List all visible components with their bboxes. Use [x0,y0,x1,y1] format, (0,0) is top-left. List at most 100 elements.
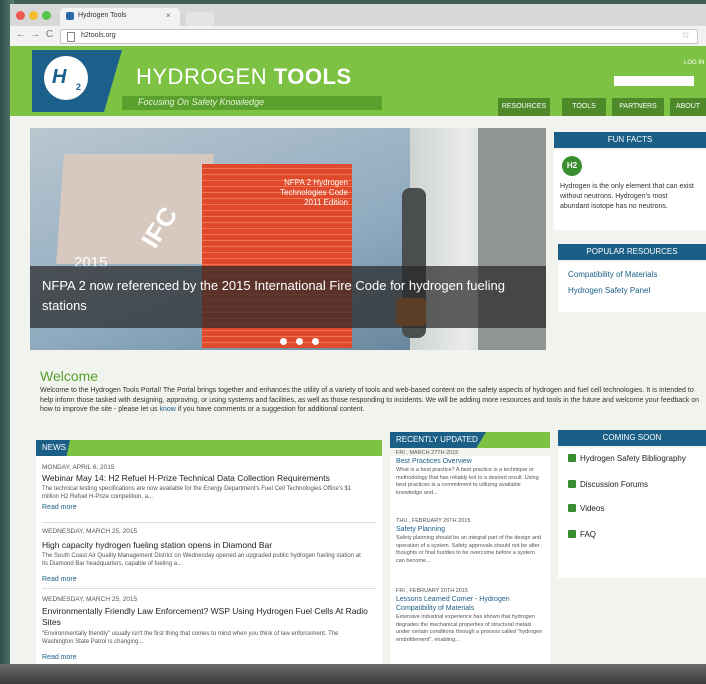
hero-caption[interactable]: NFPA 2 now referenced by the 2015 Intern… [42,276,512,316]
nav-about[interactable]: ABOUT [670,98,706,116]
recent-header: RECENTLY UPDATED [390,432,550,448]
maximize-window-button[interactable] [42,11,51,20]
browser-window: Hydrogen Tools × ← → C h2tools.org ☆ H 2… [10,4,706,666]
page-icon [67,32,75,42]
help-icon [568,530,576,538]
recent-date: THU , FEBRUARY 26TH 2015 [396,518,471,524]
site-header: H 2 HYDROGEN TOOLS Focusing On Safety Kn… [10,46,706,116]
recent-heading: RECENTLY UPDATED [390,432,486,448]
news-date: WEDNESDAY, MARCH 25, 2015 [42,596,138,603]
logo-subscript: 2 [76,82,82,92]
video-icon [568,504,576,512]
coming-soon-heading: COMING SOON [558,430,706,446]
people-icon [568,480,576,488]
recent-item: FRI , FEBRUARY 20TH 2015 Lessons Learned… [396,588,544,644]
news-heading: NEWS [36,440,70,456]
search-input[interactable] [614,76,694,86]
slide-dot-2[interactable] [296,338,303,345]
minimize-window-button[interactable] [29,11,38,20]
site-title: HYDROGEN TOOLS [136,64,352,90]
hero-caption-band: NFPA 2 now referenced by the 2015 Intern… [30,266,546,328]
recent-title[interactable]: Safety Planning [396,525,544,534]
back-icon[interactable]: ← [16,29,26,40]
news-description: "Environmentally friendly" usually isn't… [42,631,339,645]
link-compatibility-of-materials[interactable]: Compatibility of Materials [568,270,657,279]
read-more-link[interactable]: Read more [42,504,77,511]
slide-dot-1[interactable] [280,338,287,345]
title-light: HYDROGEN [136,64,274,89]
recent-title[interactable]: Lessons Learned Corner - Hydrogen Compat… [396,595,544,613]
coming-item-forums[interactable]: Discussion Forums [568,480,648,489]
welcome-text: Welcome to the Hydrogen Tools Portal! Th… [40,386,706,415]
favicon-icon [66,12,74,20]
tab-title: Hydrogen Tools [78,12,127,19]
h2-logo[interactable]: H 2 [32,50,122,112]
coming-item-videos[interactable]: Videos [568,504,604,513]
news-description: The technical testing specifications are… [42,486,352,500]
news-date: MONDAY, APRIL 6, 2015 [42,464,115,471]
close-tab-icon[interactable]: × [166,11,171,20]
welcome-text-body: Welcome to the Hydrogen Tools Portal! Th… [40,387,700,413]
welcome-text-end: if you have comments or a suggestion for… [175,406,365,413]
h2-badge-icon: H2 [562,156,582,176]
popular-resources-heading: POPULAR RESOURCES [558,244,706,260]
news-title[interactable]: High capacity hydrogen fueling station o… [42,540,376,551]
news-title[interactable]: Environmentally Friendly Law Enforcement… [42,606,376,628]
close-window-button[interactable] [16,11,25,20]
slide-dot-3[interactable] [312,338,319,345]
news-date: WEDNESDAY, MARCH 25, 2015 [42,528,138,535]
recent-title[interactable]: Best Practices Overview [396,457,544,466]
url-input[interactable]: h2tools.org ☆ [60,29,698,44]
new-tab-button[interactable] [186,12,214,26]
fun-facts-heading: FUN FACTS [554,132,706,148]
recent-description: Safety planning should be an integral pa… [396,535,542,564]
book-icon [568,454,576,462]
title-bold: TOOLS [273,64,352,89]
browser-tab[interactable]: Hydrogen Tools × [60,8,180,26]
forward-icon[interactable]: → [30,29,40,40]
url-text: h2tools.org [81,32,116,39]
fun-fact-text: Hydrogen is the only element that can ex… [560,183,694,210]
read-more-link[interactable]: Read more [42,654,77,661]
login-link[interactable]: LOG IN [684,60,704,66]
coming-item-label: Hydrogen Safety Bibliography [580,454,686,463]
coming-item-label: Videos [580,504,605,513]
bookmark-star-icon[interactable]: ☆ [681,30,690,41]
recently-updated-column: FRI , MARCH 27TH 2015 Best Practices Ove… [390,450,550,666]
link-hydrogen-safety-panel[interactable]: Hydrogen Safety Panel [568,286,650,295]
news-title[interactable]: Webinar May 14: H2 Refuel H-Prize Techni… [42,473,376,484]
coming-item-faq[interactable]: FAQ [568,530,596,539]
ifc-book-text: IFC [135,201,184,253]
logo-letter: H [52,66,67,88]
fun-facts-box: H2 Hydrogen is the only element that can… [554,150,706,230]
address-bar-row: ← → C h2tools.org ☆ [10,26,706,47]
nfpa-book-text: NFPA 2 Hydrogen Technologies Code 2011 E… [279,178,348,207]
tagline: Focusing On Safety Knowledge [138,97,265,107]
web-page: H 2 HYDROGEN TOOLS Focusing On Safety Kn… [10,46,706,666]
reload-icon[interactable]: C [46,29,53,40]
recent-description: What is a best practice? A best practice… [396,467,539,496]
recent-item: THU , FEBRUARY 26TH 2015 Safety Planning… [396,518,544,565]
news-item: WEDNESDAY, MARCH 25, 2015 Environmentall… [42,596,376,664]
coming-item-label: Discussion Forums [580,480,649,489]
coming-item-label: FAQ [580,530,597,539]
tagline-bar: Focusing On Safety Knowledge [122,96,382,110]
coming-soon-box: Hydrogen Safety Bibliography Discussion … [558,448,706,578]
popular-resources-box: Compatibility of Materials Hydrogen Safe… [558,262,706,312]
feedback-link[interactable]: know [159,406,175,413]
news-divider [42,522,376,523]
recent-description: Extensive industrial experience has show… [396,614,543,643]
news-column: MONDAY, APRIL 6, 2015 Webinar May 14: H2… [36,456,382,666]
tab-bar: Hydrogen Tools × [10,4,706,26]
recent-date: FRI , FEBRUARY 20TH 2015 [396,588,468,594]
nav-resources[interactable]: RESOURCES [498,98,550,116]
news-item: MONDAY, APRIL 6, 2015 Webinar May 14: H2… [42,464,376,528]
welcome-title: Welcome [40,368,99,384]
ifc-book-image: IFC [56,154,214,264]
hero-slider[interactable]: IFC 2015 NFPA 2 Hydrogen Technologies Co… [30,128,546,350]
nav-partners[interactable]: PARTNERS [612,98,664,116]
coming-item-bibliography[interactable]: Hydrogen Safety Bibliography [568,454,686,463]
read-more-link[interactable]: Read more [42,576,77,583]
news-divider [42,588,376,589]
nav-tools[interactable]: TOOLS [562,98,606,116]
